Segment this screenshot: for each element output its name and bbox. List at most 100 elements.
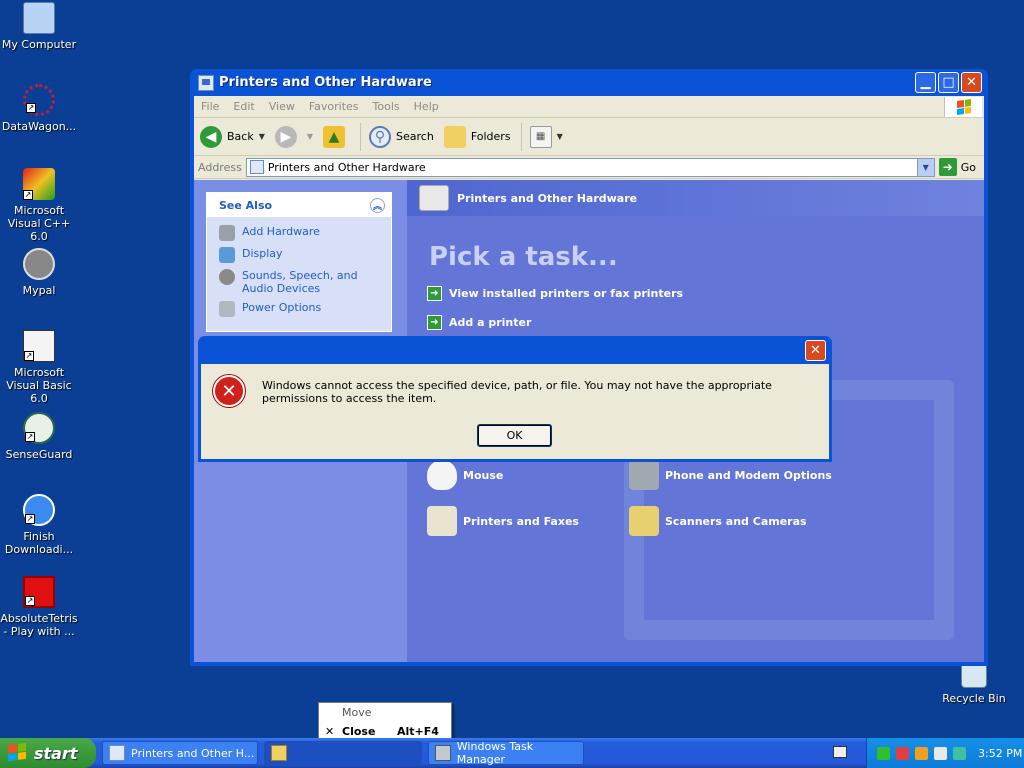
menu-tools[interactable]: Tools	[366, 100, 407, 113]
taskbar-button-printers[interactable]: Printers and Other H...	[102, 741, 258, 765]
menu-help[interactable]: Help	[407, 100, 446, 113]
folders-button[interactable]: Folders	[443, 125, 511, 148]
desktop-icon-senseguard[interactable]: ↗ SenseGuard	[0, 412, 78, 461]
keyboard-icon[interactable]	[833, 746, 847, 758]
window-title: Printers and Other Hardware	[219, 75, 432, 90]
maximize-button[interactable]: □	[938, 72, 959, 93]
update-icon[interactable]	[953, 746, 966, 760]
forward-button[interactable]: ▶ ▼	[274, 125, 313, 148]
close-button[interactable]: ✕	[961, 72, 982, 93]
category-phone-modem[interactable]: Phone and Modem Options	[629, 460, 832, 490]
desktop-icon-mypal[interactable]: Mypal	[0, 248, 78, 297]
see-also-display[interactable]: Display	[219, 247, 383, 263]
category-printers-faxes[interactable]: Printers and Faxes	[427, 506, 579, 536]
menu-item-move[interactable]: Move	[319, 703, 451, 722]
views-grid-icon: ▦	[529, 125, 552, 148]
ok-button[interactable]: OK	[477, 424, 552, 447]
speaker-icon	[219, 269, 235, 285]
start-button[interactable]: start	[0, 738, 96, 768]
task-add-printer[interactable]: ➜ Add a printer	[427, 315, 984, 330]
phone-modem-icon	[629, 460, 659, 490]
taskbar-button-folder[interactable]	[264, 741, 422, 765]
minimize-icon: ▁	[920, 75, 931, 90]
desktop-icon-label: SenseGuard	[5, 448, 73, 461]
dropdown-arrow-icon[interactable]: ▼	[259, 132, 265, 141]
network-icon[interactable]	[877, 746, 890, 760]
task-manager-icon	[435, 745, 451, 761]
back-label: Back	[227, 130, 254, 143]
folders-label: Folders	[470, 130, 511, 143]
see-also-sounds[interactable]: Sounds, Speech, and Audio Devices	[219, 269, 383, 295]
dropdown-arrow-icon: ▼	[556, 132, 563, 141]
go-button[interactable]: ➜ Go	[938, 158, 976, 176]
desktop-icon-datawagon[interactable]: ↗ DataWagon...	[0, 84, 78, 133]
error-dialog: ✕ ✕ Windows cannot access the specified …	[198, 336, 832, 462]
power-options-icon	[219, 301, 235, 317]
security-icon[interactable]	[896, 746, 909, 760]
collapse-chevron-icon[interactable]: ︽	[370, 197, 385, 213]
dialog-close-button[interactable]: ✕	[805, 339, 826, 361]
see-also-item-label: Power Options	[242, 301, 322, 314]
desktop-icon-label: AbsoluteTetris - Play with ...	[0, 612, 78, 638]
visual-basic-icon: ↗	[23, 330, 55, 362]
up-folder-icon: ▲	[323, 125, 346, 148]
clock: 3:52 PM	[978, 746, 1023, 760]
see-also-power-options[interactable]: Power Options	[219, 301, 383, 317]
antivirus-icon[interactable]	[934, 746, 947, 760]
scanner-camera-icon	[629, 506, 659, 536]
display-icon	[219, 247, 235, 263]
menu-edit[interactable]: Edit	[226, 100, 261, 113]
desktop-icon-absolutetetris[interactable]: ↗ AbsoluteTetris - Play with ...	[0, 576, 78, 638]
folder-icon	[271, 745, 287, 761]
menu-item-shortcut: Alt+F4	[397, 725, 439, 738]
windows-logo-icon	[944, 97, 982, 117]
category-mouse[interactable]: Mouse	[427, 460, 503, 490]
desktop-icon-recycle-bin[interactable]: Recycle Bin	[936, 664, 1012, 705]
see-also-header[interactable]: See Also ︽	[207, 193, 391, 217]
menu-file[interactable]: File	[194, 100, 226, 113]
windows-flag-icon	[8, 742, 28, 762]
toolbar-separator	[360, 122, 362, 151]
dialog-titlebar[interactable]: ✕	[201, 336, 829, 364]
desktop-icon-my-computer[interactable]: My Computer	[0, 2, 78, 51]
address-label: Address	[198, 160, 242, 174]
see-also-add-hardware[interactable]: Add Hardware	[219, 225, 383, 241]
control-panel-icon	[109, 745, 125, 761]
minimize-button[interactable]: ▁	[915, 72, 936, 93]
close-icon: ✕	[966, 75, 977, 90]
shortcut-arrow-icon: ↗	[24, 351, 34, 361]
address-field[interactable]: Printers and Other Hardware ▼	[245, 157, 935, 177]
task-view-printers[interactable]: ➜ View installed printers or fax printer…	[427, 286, 984, 301]
views-button[interactable]: ▦ ▼	[529, 125, 563, 148]
category-header: Printers and Other Hardware	[407, 180, 984, 216]
visual-cpp-icon: ↗	[23, 168, 55, 200]
printer-hardware-icon	[419, 185, 449, 211]
desktop-icon-visual-cpp[interactable]: ↗ Microsoft Visual C++ 6.0	[0, 168, 78, 243]
tetris-icon: ↗	[23, 576, 55, 608]
toolbar-separator	[520, 122, 522, 151]
menu-item-label: Close	[342, 725, 376, 738]
desktop-icon-label: Mypal	[22, 284, 56, 297]
desktop-icon-finish-downloading[interactable]: ↗ Finish Downloadi...	[0, 494, 78, 556]
menu-view[interactable]: View	[262, 100, 302, 113]
tray-app-icon[interactable]	[915, 746, 928, 760]
category-scanners-cameras[interactable]: Scanners and Cameras	[629, 506, 807, 536]
task-arrow-icon: ➜	[427, 286, 442, 301]
up-button[interactable]: ▲	[323, 125, 350, 148]
desktop-icon-visual-basic[interactable]: ↗ Microsoft Visual Basic 6.0	[0, 330, 78, 405]
desktop-icon-label: Microsoft Visual C++ 6.0	[7, 204, 71, 243]
recycle-bin-icon	[961, 664, 987, 688]
taskbar-button-task-manager[interactable]: Windows Task Manager	[428, 740, 584, 766]
back-button[interactable]: ◀ Back ▼	[200, 125, 265, 148]
go-arrow-icon: ➜	[938, 158, 957, 176]
address-bar: Address Printers and Other Hardware ▼ ➜ …	[194, 156, 984, 179]
desktop-icon-label: Microsoft Visual Basic 6.0	[6, 366, 72, 405]
search-button[interactable]: ⚲ Search	[369, 125, 434, 148]
start-label: start	[34, 743, 78, 763]
shortcut-arrow-icon: ↗	[26, 103, 36, 113]
desktop-icon-label: Recycle Bin	[942, 692, 1006, 705]
address-dropdown-icon[interactable]: ▼	[916, 158, 934, 176]
back-arrow-icon: ◀	[200, 125, 222, 148]
window-titlebar[interactable]: Printers and Other Hardware ▁ □ ✕	[194, 69, 984, 96]
menu-favorites[interactable]: Favorites	[302, 100, 366, 113]
